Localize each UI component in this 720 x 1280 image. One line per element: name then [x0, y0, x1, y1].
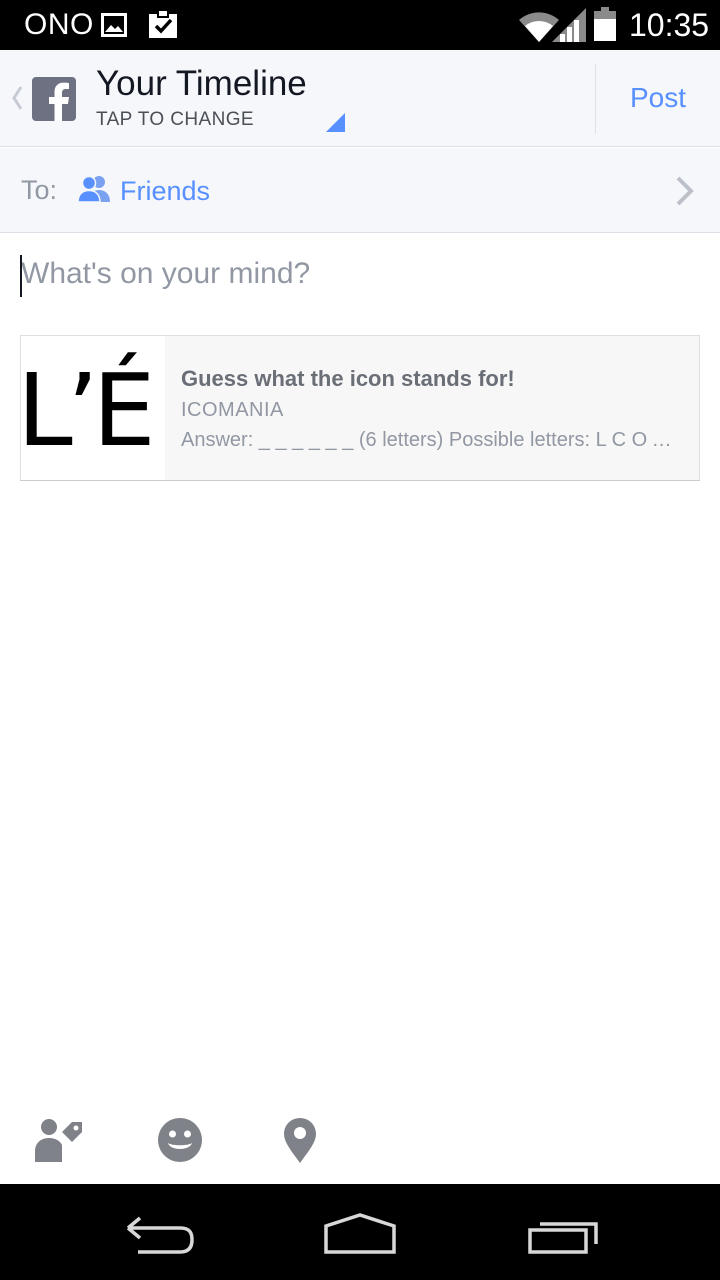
audience-value: Friends — [120, 176, 211, 206]
preview-image-lettering: L’É — [21, 352, 156, 469]
back-chevron-icon[interactable] — [10, 83, 24, 113]
friends-icon — [78, 175, 110, 202]
composer-header: Your Timeline TAP TO CHANGE Post — [0, 50, 720, 147]
link-preview-card[interactable]: L’É Guess what the icon stands for! ICOM… — [20, 335, 700, 481]
facebook-logo-icon — [32, 77, 76, 121]
link-preview-image: L’É — [21, 336, 165, 480]
gallery-icon — [101, 13, 127, 37]
chevron-right-icon — [676, 176, 694, 206]
tag-people-icon[interactable] — [34, 1118, 86, 1162]
cell-signal-icon — [552, 8, 586, 42]
feeling-icon[interactable] — [157, 1117, 203, 1163]
location-pin-icon[interactable] — [283, 1117, 317, 1163]
tap-to-change-label[interactable]: TAP TO CHANGE — [96, 109, 254, 131]
to-label: To: — [21, 175, 58, 205]
battery-icon — [594, 7, 616, 41]
status-time: 10:35 — [629, 7, 710, 43]
text-caret — [20, 255, 22, 297]
status-bar: ONO 10:35 — [0, 0, 720, 50]
page-title[interactable]: Your Timeline — [96, 64, 307, 104]
nav-recents-icon[interactable] — [526, 1216, 600, 1254]
nav-home-icon[interactable] — [322, 1212, 398, 1254]
post-button[interactable]: Post — [596, 50, 720, 146]
link-preview-description: Answer: _ _ _ _ _ _ (6 letters) Possible… — [181, 429, 681, 451]
dropdown-corner-icon — [326, 113, 345, 132]
status-input[interactable] — [0, 234, 720, 314]
audience-selector[interactable]: To: Friends — [0, 148, 720, 233]
nav-back-icon[interactable] — [124, 1216, 196, 1256]
link-preview-title: Guess what the icon stands for! — [181, 366, 515, 391]
clipboard-check-icon — [149, 9, 177, 38]
carrier-name: ONO — [24, 8, 94, 41]
link-preview-source: ICOMANIA — [181, 399, 284, 421]
